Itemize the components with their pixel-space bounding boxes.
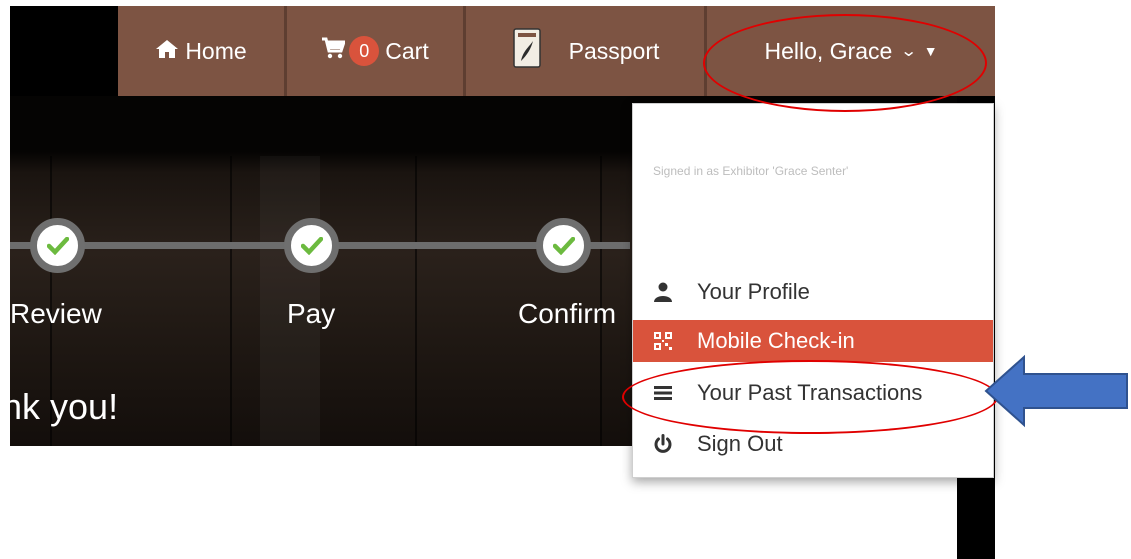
blue-arrow-icon: [984, 354, 1128, 428]
home-icon: [155, 38, 179, 65]
review-step-marker: [30, 218, 85, 273]
menu-item-label: Your Profile: [697, 279, 810, 304]
greeting-highlight-ellipse: [703, 14, 987, 112]
menu-item-label: Mobile Check-in: [697, 328, 855, 353]
shopping-cart-icon: [321, 37, 347, 65]
review-step-label: Review: [10, 298, 102, 329]
mobile-check-in-menu-item[interactable]: Mobile Check-in: [633, 320, 993, 362]
checkmark-icon: [46, 236, 69, 255]
transactions-highlight-ellipse: [622, 360, 998, 434]
cart-nav-link[interactable]: 0 Cart: [287, 6, 463, 96]
passport-label: Passport: [568, 37, 660, 64]
home-label: Home: [185, 37, 247, 64]
home-nav-link[interactable]: Home: [118, 6, 284, 96]
checkmark-icon: [552, 236, 575, 255]
wood-plank-seam: [415, 156, 417, 446]
wood-plank-seam: [230, 156, 232, 446]
cart-count-badge: 0: [349, 36, 380, 66]
thank-you-heading: nk you!: [10, 386, 119, 427]
checkmark-icon: [300, 236, 323, 255]
passport-book-icon: [511, 27, 543, 75]
passport-nav-link[interactable]: Passport: [466, 6, 704, 96]
user-icon: [653, 282, 673, 302]
confirm-step-label: Confirm: [518, 298, 617, 329]
pay-step-label: Pay: [287, 298, 336, 329]
qr-code-icon: [653, 332, 673, 350]
your-profile-menu-item[interactable]: Your Profile: [633, 271, 993, 313]
confirm-step-marker: [536, 218, 591, 273]
cart-label: Cart: [385, 37, 429, 64]
pay-step-marker: [284, 218, 339, 273]
menu-item-label: Sign Out: [697, 431, 783, 456]
power-icon: [653, 434, 673, 454]
signed-in-as-text: Signed in as Exhibitor 'Grace Senter': [653, 164, 849, 178]
